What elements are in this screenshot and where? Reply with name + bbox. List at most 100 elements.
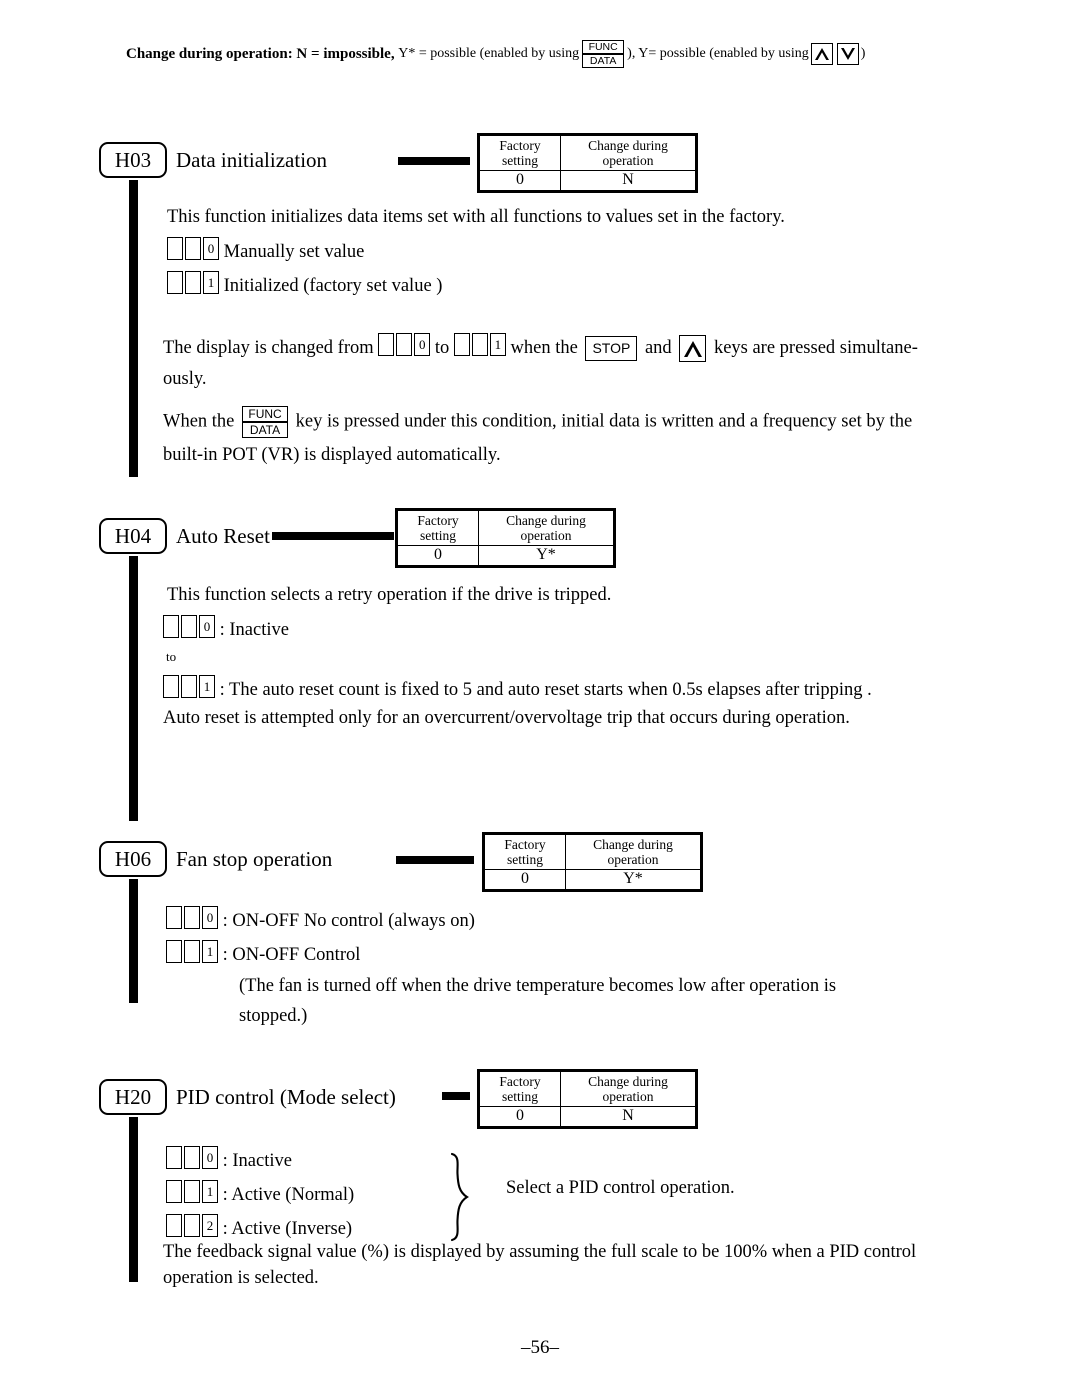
h04-option-1: 1 : The auto reset count is fixed to 5 a… xyxy=(163,672,872,703)
h03-display-change-post3: keys are pressed simultane- xyxy=(713,338,918,358)
factory-label: Factory xyxy=(417,513,459,528)
setting-table-h20: Factory setting Change during operation … xyxy=(477,1069,698,1130)
h20-footer-line1: The feedback signal value (%) is display… xyxy=(163,1242,917,1262)
led-segment-1 xyxy=(453,333,470,356)
page-number: –56– xyxy=(521,1337,559,1358)
h03-display-change-line1: The display is changed from 0 to 1 when … xyxy=(163,330,918,363)
h03-func-para-line1: When the FUNC DATA key is pressed under … xyxy=(163,406,912,438)
led-segment-1 xyxy=(166,1180,182,1203)
section-title-h06: Fan stop operation xyxy=(176,847,333,871)
setting-table-h03-col1-header: Factory setting xyxy=(479,134,561,172)
led-segment-2 xyxy=(181,675,197,698)
h04-option-1-label: : The auto reset count is fixed to 5 and… xyxy=(219,680,872,700)
setting-label: setting xyxy=(420,528,456,544)
func-data-key-bottom-label: DATA xyxy=(249,422,281,437)
section-title-h04: Auto Reset xyxy=(176,524,270,548)
led-segment-2 xyxy=(471,333,488,356)
func-data-key-top-label: FUNC xyxy=(588,40,618,53)
section-code-h04: H04 xyxy=(99,518,167,554)
h20-brace-label: Select a PID control operation. xyxy=(506,1178,735,1198)
h04-to-label: to xyxy=(166,649,177,664)
led-display-icon: 1 xyxy=(166,940,218,963)
led-segment-1 xyxy=(167,271,183,294)
section-code-h04-label: H04 xyxy=(114,523,152,548)
h04-intro-text: This function selects a retry operation … xyxy=(167,585,612,605)
h20-option-2-label: : Active (Inverse) xyxy=(222,1219,353,1239)
setting-label: setting xyxy=(502,153,538,169)
led-segment-1 xyxy=(166,1214,182,1237)
operation-label: operation xyxy=(602,153,654,169)
led-segment-1 xyxy=(163,675,179,698)
led-segment-2 xyxy=(184,940,200,963)
led-segment-2 xyxy=(396,333,413,356)
header-note-bold-prefix: Change during operation: N = impossible, xyxy=(126,45,395,62)
led-segment-3: 1 xyxy=(203,271,219,294)
h20-option-1: 1 : Active (Normal) xyxy=(166,1177,354,1208)
led-segment-3: 1 xyxy=(489,333,506,356)
connector-bar-h04 xyxy=(272,532,394,540)
led-display-icon: 0 xyxy=(166,906,218,929)
operation-label: operation xyxy=(607,852,659,868)
section-code-h03: H03 xyxy=(99,142,167,178)
setting-table-h04-value-factory: 0 xyxy=(397,545,479,567)
h03-func-para-pre: When the xyxy=(163,411,235,432)
connector-bar-h20 xyxy=(442,1092,470,1100)
setting-table-h20-value-change: N xyxy=(560,1106,696,1128)
led-segment-2 xyxy=(181,615,197,638)
led-segment-3: 2 xyxy=(202,1214,218,1237)
led-segment-2 xyxy=(184,1214,200,1237)
setting-label: setting xyxy=(507,852,543,868)
h03-display-change-post: when the xyxy=(510,338,578,358)
section-spine-h06 xyxy=(129,879,138,1003)
setting-table-h06-value-change: Y* xyxy=(565,869,701,891)
h20-footer-line2: operation is selected. xyxy=(163,1268,319,1288)
h03-display-change-pre: The display is changed from xyxy=(163,338,374,358)
h04-option-0: 0 : Inactive xyxy=(163,612,289,643)
led-segment-3: 1 xyxy=(202,1180,218,1203)
led-segment-3: 1 xyxy=(202,940,218,963)
setting-table-h06-value-factory: 0 xyxy=(484,869,566,891)
setting-table-h03-col2-header: Change during operation xyxy=(560,134,696,172)
h06-option-0: 0 : ON-OFF No control (always on) xyxy=(166,903,475,934)
h20-option-0-label: : Inactive xyxy=(222,1151,292,1171)
header-note-ystar-text: Y* = possible (enabled by using xyxy=(398,46,580,61)
func-data-key-top-label: FUNC xyxy=(248,407,282,422)
h03-func-para-line2: built-in POT (VR) is displayed automatic… xyxy=(163,445,501,465)
h03-option-1: 1 Initialized (factory set value ) xyxy=(167,268,442,299)
led-segment-3: 0 xyxy=(202,906,218,929)
connector-bar-h06 xyxy=(396,856,474,864)
led-segment-3: 0 xyxy=(414,333,431,356)
up-arrow-key-icon xyxy=(679,335,707,363)
led-segment-1 xyxy=(166,906,182,929)
header-note-close-paren: ) xyxy=(860,46,866,61)
section-spine-h04 xyxy=(129,556,138,821)
section-spine-h03 xyxy=(129,180,138,477)
h06-option-1-label: : ON-OFF Control xyxy=(222,945,361,965)
change-during-label: Change during xyxy=(593,837,673,852)
setting-table-h20-col2-header: Change during operation xyxy=(560,1070,696,1108)
setting-table-h03-value-factory: 0 xyxy=(479,170,561,192)
manual-page: Change during operation: N = impossible,… xyxy=(0,0,1080,1397)
h04-footer-text: Auto reset is attempted only for an over… xyxy=(163,708,850,728)
h03-intro-text: This function initializes data items set… xyxy=(167,207,785,227)
led-segment-3: 1 xyxy=(199,675,215,698)
func-data-key-icon: FUNC DATA xyxy=(582,40,625,68)
factory-label: Factory xyxy=(499,138,541,153)
stop-key-label: STOP xyxy=(592,340,631,357)
section-spine-h20 xyxy=(129,1117,138,1282)
led-display-icon: 0 xyxy=(167,237,219,260)
led-display-icon: 0 xyxy=(163,615,215,638)
setting-table-h04-col1-header: Factory setting xyxy=(397,509,479,547)
h04-option-0-label: : Inactive xyxy=(219,620,289,640)
setting-table-h20-value-factory: 0 xyxy=(479,1106,561,1128)
setting-table-h06-col2-header: Change during operation xyxy=(565,833,701,871)
led-segment-2 xyxy=(185,271,201,294)
led-segment-3: 0 xyxy=(202,1146,218,1169)
led-display-icon: 2 xyxy=(166,1214,218,1237)
led-display-icon: 1 xyxy=(166,1180,218,1203)
led-segment-1 xyxy=(166,1146,182,1169)
header-note-mid-text: ), Y= possible (enabled by using xyxy=(627,46,809,61)
change-during-label: Change during xyxy=(588,138,668,153)
setting-table-h06-col1-header: Factory setting xyxy=(484,833,566,871)
led-segment-2 xyxy=(185,237,201,260)
